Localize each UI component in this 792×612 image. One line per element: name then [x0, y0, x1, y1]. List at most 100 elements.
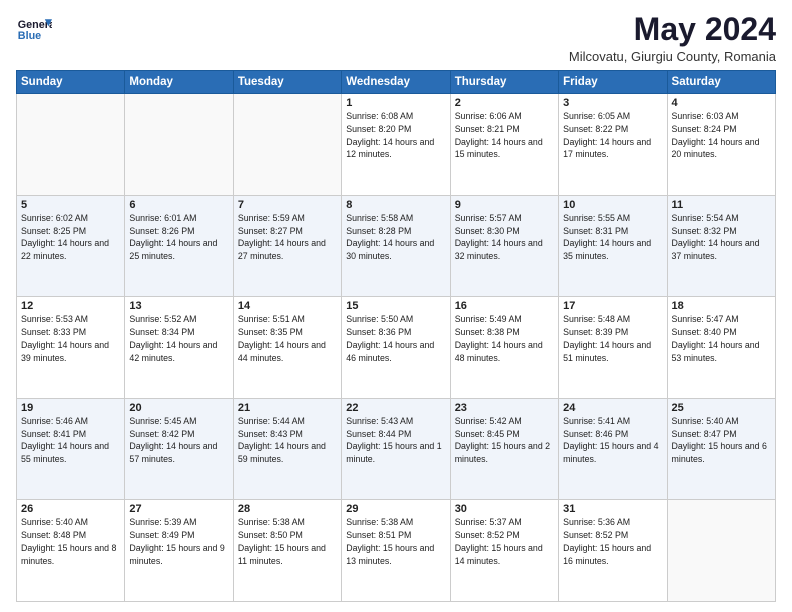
day-number: 19 — [21, 402, 120, 414]
calendar-cell: 2Sunrise: 6:06 AM Sunset: 8:21 PM Daylig… — [450, 94, 558, 196]
day-details: Sunrise: 5:48 AM Sunset: 8:39 PM Dayligh… — [563, 313, 662, 364]
day-number: 18 — [672, 300, 771, 312]
day-details: Sunrise: 5:36 AM Sunset: 8:52 PM Dayligh… — [563, 516, 662, 567]
calendar-cell — [667, 500, 775, 602]
day-details: Sunrise: 5:57 AM Sunset: 8:30 PM Dayligh… — [455, 212, 554, 263]
calendar-cell: 24Sunrise: 5:41 AM Sunset: 8:46 PM Dayli… — [559, 398, 667, 500]
calendar-cell: 10Sunrise: 5:55 AM Sunset: 8:31 PM Dayli… — [559, 195, 667, 297]
svg-text:Blue: Blue — [18, 30, 41, 42]
calendar-cell: 3Sunrise: 6:05 AM Sunset: 8:22 PM Daylig… — [559, 94, 667, 196]
day-details: Sunrise: 5:49 AM Sunset: 8:38 PM Dayligh… — [455, 313, 554, 364]
page: General Blue May 2024 Milcovatu, Giurgiu… — [0, 0, 792, 612]
day-details: Sunrise: 5:41 AM Sunset: 8:46 PM Dayligh… — [563, 415, 662, 466]
calendar-cell: 20Sunrise: 5:45 AM Sunset: 8:42 PM Dayli… — [125, 398, 233, 500]
day-details: Sunrise: 5:53 AM Sunset: 8:33 PM Dayligh… — [21, 313, 120, 364]
calendar-cell: 28Sunrise: 5:38 AM Sunset: 8:50 PM Dayli… — [233, 500, 341, 602]
day-details: Sunrise: 5:46 AM Sunset: 8:41 PM Dayligh… — [21, 415, 120, 466]
day-number: 22 — [346, 402, 445, 414]
calendar-cell: 21Sunrise: 5:44 AM Sunset: 8:43 PM Dayli… — [233, 398, 341, 500]
col-tuesday: Tuesday — [233, 71, 341, 94]
day-details: Sunrise: 5:39 AM Sunset: 8:49 PM Dayligh… — [129, 516, 228, 567]
calendar-cell — [17, 94, 125, 196]
calendar-cell: 5Sunrise: 6:02 AM Sunset: 8:25 PM Daylig… — [17, 195, 125, 297]
day-details: Sunrise: 5:40 AM Sunset: 8:48 PM Dayligh… — [21, 516, 120, 567]
calendar-cell: 12Sunrise: 5:53 AM Sunset: 8:33 PM Dayli… — [17, 297, 125, 399]
calendar-cell: 25Sunrise: 5:40 AM Sunset: 8:47 PM Dayli… — [667, 398, 775, 500]
calendar-cell: 15Sunrise: 5:50 AM Sunset: 8:36 PM Dayli… — [342, 297, 450, 399]
calendar-table: Sunday Monday Tuesday Wednesday Thursday… — [16, 70, 776, 602]
calendar-cell: 29Sunrise: 5:38 AM Sunset: 8:51 PM Dayli… — [342, 500, 450, 602]
day-details: Sunrise: 5:52 AM Sunset: 8:34 PM Dayligh… — [129, 313, 228, 364]
calendar-cell: 18Sunrise: 5:47 AM Sunset: 8:40 PM Dayli… — [667, 297, 775, 399]
calendar-cell: 6Sunrise: 6:01 AM Sunset: 8:26 PM Daylig… — [125, 195, 233, 297]
day-number: 20 — [129, 402, 228, 414]
calendar-cell: 13Sunrise: 5:52 AM Sunset: 8:34 PM Dayli… — [125, 297, 233, 399]
col-saturday: Saturday — [667, 71, 775, 94]
calendar-week-row: 5Sunrise: 6:02 AM Sunset: 8:25 PM Daylig… — [17, 195, 776, 297]
day-details: Sunrise: 5:58 AM Sunset: 8:28 PM Dayligh… — [346, 212, 445, 263]
day-number: 16 — [455, 300, 554, 312]
day-number: 25 — [672, 402, 771, 414]
day-details: Sunrise: 5:38 AM Sunset: 8:51 PM Dayligh… — [346, 516, 445, 567]
day-details: Sunrise: 5:51 AM Sunset: 8:35 PM Dayligh… — [238, 313, 337, 364]
calendar-cell: 11Sunrise: 5:54 AM Sunset: 8:32 PM Dayli… — [667, 195, 775, 297]
day-number: 28 — [238, 503, 337, 515]
day-details: Sunrise: 6:01 AM Sunset: 8:26 PM Dayligh… — [129, 212, 228, 263]
day-number: 8 — [346, 199, 445, 211]
calendar-cell: 27Sunrise: 5:39 AM Sunset: 8:49 PM Dayli… — [125, 500, 233, 602]
day-number: 12 — [21, 300, 120, 312]
header: General Blue May 2024 Milcovatu, Giurgiu… — [16, 12, 776, 64]
col-sunday: Sunday — [17, 71, 125, 94]
day-number: 23 — [455, 402, 554, 414]
day-number: 21 — [238, 402, 337, 414]
col-friday: Friday — [559, 71, 667, 94]
calendar-cell — [233, 94, 341, 196]
day-details: Sunrise: 5:55 AM Sunset: 8:31 PM Dayligh… — [563, 212, 662, 263]
day-details: Sunrise: 5:43 AM Sunset: 8:44 PM Dayligh… — [346, 415, 445, 466]
day-number: 3 — [563, 97, 662, 109]
logo-icon: General Blue — [16, 12, 52, 48]
day-number: 2 — [455, 97, 554, 109]
day-number: 11 — [672, 199, 771, 211]
main-title: May 2024 — [569, 12, 776, 47]
day-number: 9 — [455, 199, 554, 211]
day-details: Sunrise: 6:03 AM Sunset: 8:24 PM Dayligh… — [672, 110, 771, 161]
calendar-cell: 14Sunrise: 5:51 AM Sunset: 8:35 PM Dayli… — [233, 297, 341, 399]
day-details: Sunrise: 6:08 AM Sunset: 8:20 PM Dayligh… — [346, 110, 445, 161]
calendar-week-row: 19Sunrise: 5:46 AM Sunset: 8:41 PM Dayli… — [17, 398, 776, 500]
calendar-cell: 17Sunrise: 5:48 AM Sunset: 8:39 PM Dayli… — [559, 297, 667, 399]
col-thursday: Thursday — [450, 71, 558, 94]
calendar-week-row: 26Sunrise: 5:40 AM Sunset: 8:48 PM Dayli… — [17, 500, 776, 602]
calendar-cell: 8Sunrise: 5:58 AM Sunset: 8:28 PM Daylig… — [342, 195, 450, 297]
day-number: 1 — [346, 97, 445, 109]
day-details: Sunrise: 5:47 AM Sunset: 8:40 PM Dayligh… — [672, 313, 771, 364]
day-details: Sunrise: 5:44 AM Sunset: 8:43 PM Dayligh… — [238, 415, 337, 466]
calendar-cell: 1Sunrise: 6:08 AM Sunset: 8:20 PM Daylig… — [342, 94, 450, 196]
calendar-cell: 26Sunrise: 5:40 AM Sunset: 8:48 PM Dayli… — [17, 500, 125, 602]
calendar-cell: 19Sunrise: 5:46 AM Sunset: 8:41 PM Dayli… — [17, 398, 125, 500]
day-details: Sunrise: 5:38 AM Sunset: 8:50 PM Dayligh… — [238, 516, 337, 567]
logo: General Blue — [16, 12, 52, 48]
title-block: May 2024 Milcovatu, Giurgiu County, Roma… — [569, 12, 776, 64]
calendar-cell: 7Sunrise: 5:59 AM Sunset: 8:27 PM Daylig… — [233, 195, 341, 297]
col-monday: Monday — [125, 71, 233, 94]
day-details: Sunrise: 6:05 AM Sunset: 8:22 PM Dayligh… — [563, 110, 662, 161]
calendar-cell: 30Sunrise: 5:37 AM Sunset: 8:52 PM Dayli… — [450, 500, 558, 602]
day-details: Sunrise: 6:06 AM Sunset: 8:21 PM Dayligh… — [455, 110, 554, 161]
day-number: 10 — [563, 199, 662, 211]
day-details: Sunrise: 5:40 AM Sunset: 8:47 PM Dayligh… — [672, 415, 771, 466]
calendar-cell — [125, 94, 233, 196]
day-number: 30 — [455, 503, 554, 515]
day-number: 29 — [346, 503, 445, 515]
calendar-cell: 22Sunrise: 5:43 AM Sunset: 8:44 PM Dayli… — [342, 398, 450, 500]
day-number: 24 — [563, 402, 662, 414]
calendar-header-row: Sunday Monday Tuesday Wednesday Thursday… — [17, 71, 776, 94]
calendar-week-row: 1Sunrise: 6:08 AM Sunset: 8:20 PM Daylig… — [17, 94, 776, 196]
day-number: 4 — [672, 97, 771, 109]
day-details: Sunrise: 5:42 AM Sunset: 8:45 PM Dayligh… — [455, 415, 554, 466]
calendar-cell: 23Sunrise: 5:42 AM Sunset: 8:45 PM Dayli… — [450, 398, 558, 500]
day-number: 27 — [129, 503, 228, 515]
day-details: Sunrise: 5:50 AM Sunset: 8:36 PM Dayligh… — [346, 313, 445, 364]
calendar-cell: 4Sunrise: 6:03 AM Sunset: 8:24 PM Daylig… — [667, 94, 775, 196]
day-details: Sunrise: 6:02 AM Sunset: 8:25 PM Dayligh… — [21, 212, 120, 263]
